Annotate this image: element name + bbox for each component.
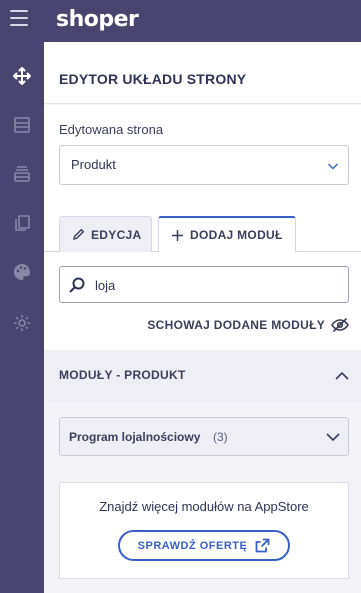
tab-edit-label: EDYCJA <box>91 227 142 242</box>
stack-icon <box>14 166 30 182</box>
tab-edit[interactable]: EDYCJA <box>59 216 152 252</box>
hamburger-menu-icon[interactable] <box>10 10 28 30</box>
edited-page-value: Produkt <box>71 157 116 172</box>
search-input[interactable] <box>95 275 335 295</box>
eye-off-icon <box>331 317 349 333</box>
sidebar-item-stack[interactable] <box>0 152 44 196</box>
module-group-count: (3) <box>213 430 228 444</box>
sidebar <box>0 42 44 593</box>
hide-added-modules-label: SCHOWAJ DODANE MODUŁY <box>147 318 325 332</box>
edited-page-select[interactable]: Produkt <box>59 145 349 185</box>
module-group-loyalty[interactable]: Program lojalnościowy (3) <box>59 417 349 456</box>
modules-section-body: Program lojalnościowy (3) Znajdź więcej … <box>44 402 361 593</box>
top-bar: shoper <box>0 0 361 42</box>
copy-icon <box>15 215 30 231</box>
check-offer-button[interactable]: SPRAWDŹ OFERTĘ <box>118 530 290 561</box>
chevron-down-icon <box>326 433 340 442</box>
sidebar-item-layout[interactable] <box>0 103 44 147</box>
layout-icon <box>14 117 30 133</box>
chevron-down-icon <box>328 163 338 170</box>
external-link-icon <box>255 538 270 553</box>
sidebar-item-settings[interactable] <box>0 301 44 345</box>
search-icon <box>69 277 85 293</box>
gear-icon <box>14 315 30 331</box>
check-offer-label: SPRAWDŹ OFERTĘ <box>137 539 248 552</box>
panel-header: EDYTOR UKŁADU STRONY <box>44 42 361 104</box>
layout-editor-panel: EDYTOR UKŁADU STRONY Edytowana strona Pr… <box>44 42 361 593</box>
chevron-up-icon <box>335 371 349 380</box>
shoper-logo[interactable]: shoper <box>56 7 139 32</box>
modules-section-header[interactable]: MODUŁY - PRODUKT <box>44 350 361 402</box>
sidebar-item-copy[interactable] <box>0 201 44 245</box>
edited-page-label: Edytowana strona <box>59 122 164 137</box>
tab-add-module[interactable]: DODAJ MODUŁ <box>158 216 296 253</box>
module-group-name: Program lojalnościowy <box>69 430 201 444</box>
panel-body: Edytowana strona Produkt EDYCJA DODAJ MO… <box>44 105 361 593</box>
pencil-icon <box>73 228 85 240</box>
appstore-box: Znajdź więcej modułów na AppStore SPRAWD… <box>59 482 349 579</box>
editor-tabs: EDYCJA DODAJ MODUŁ <box>44 212 361 253</box>
section-title: MODUŁY - PRODUKT <box>59 368 186 382</box>
move-icon <box>13 67 31 85</box>
module-search <box>59 266 349 303</box>
appstore-text: Znajdź więcej modułów na AppStore <box>99 499 309 514</box>
sidebar-item-palette[interactable] <box>0 250 44 294</box>
tab-add-module-label: DODAJ MODUŁ <box>190 228 283 242</box>
hide-added-modules-link[interactable]: SCHOWAJ DODANE MODUŁY <box>147 316 349 334</box>
palette-icon <box>14 264 30 280</box>
page-title: EDYTOR UKŁADU STRONY <box>59 71 247 87</box>
sidebar-item-move[interactable] <box>0 54 44 98</box>
plus-icon <box>172 229 183 241</box>
